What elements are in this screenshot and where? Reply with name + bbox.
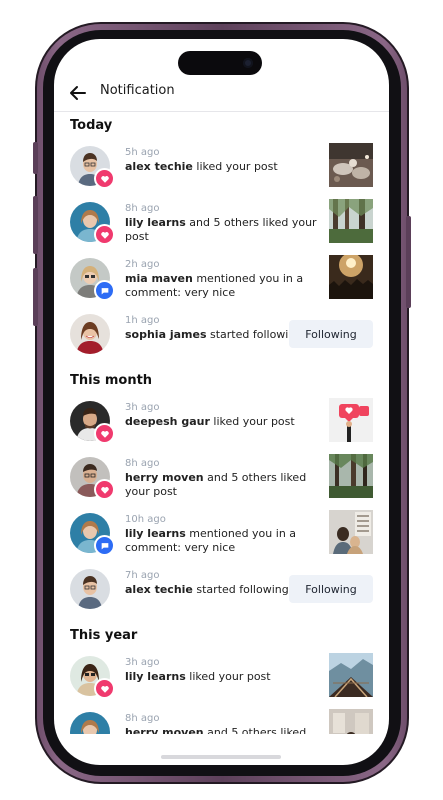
notification-item[interactable]: 7h ago alex techie started following you…: [54, 563, 389, 615]
post-thumbnail[interactable]: [329, 653, 373, 697]
notification-item[interactable]: 3h ago deepesh gaur liked your post: [54, 395, 389, 447]
timestamp: 8h ago: [125, 203, 160, 214]
username-link[interactable]: sophia james: [125, 328, 207, 341]
username-link[interactable]: alex techie: [125, 583, 193, 596]
username-link[interactable]: mia maven: [125, 272, 193, 285]
username-link[interactable]: herry moven: [125, 726, 204, 734]
username-link[interactable]: lily learns: [125, 527, 186, 540]
comment-badge-icon: [94, 280, 115, 301]
avatar[interactable]: [70, 712, 110, 734]
heart-badge-icon: [94, 168, 115, 189]
arrow-left-icon[interactable]: [66, 81, 90, 105]
post-thumbnail[interactable]: [329, 709, 373, 734]
heart-badge-icon: [94, 479, 115, 500]
post-thumbnail[interactable]: [329, 143, 373, 187]
notification-text: 10h ago lily learns mentioned you in a c…: [125, 513, 330, 555]
notification-message: liked your post: [192, 160, 278, 173]
action-button: [33, 142, 38, 174]
app-header: Notification: [54, 75, 389, 112]
camera-icon: [243, 58, 253, 68]
timestamp: 8h ago: [125, 458, 160, 469]
notification-text: 3h ago deepesh gaur liked your post: [125, 401, 330, 429]
section-title-this-month: This month: [70, 373, 153, 388]
timestamp: 5h ago: [125, 147, 160, 158]
heart-badge-icon: [94, 423, 115, 444]
notification-item[interactable]: 2h ago mia maven mentioned you in a comm…: [54, 252, 389, 304]
username-link[interactable]: deepesh gaur: [125, 415, 210, 428]
username-link[interactable]: herry moven: [125, 471, 204, 484]
timestamp: 2h ago: [125, 259, 160, 270]
post-thumbnail[interactable]: [329, 398, 373, 442]
post-thumbnail[interactable]: [329, 510, 373, 554]
heart-badge-icon: [94, 224, 115, 245]
notification-item[interactable]: 1h ago sophia james started following yo…: [54, 308, 389, 360]
page-title: Notification: [100, 83, 175, 98]
post-thumbnail[interactable]: [329, 199, 373, 243]
timestamp: 10h ago: [125, 514, 166, 525]
comment-badge-icon: [94, 535, 115, 556]
notification-item[interactable]: 8h ago herry moven and 5 others liked yo…: [54, 451, 389, 503]
screen: Notification Today 5h ago alex techie li…: [54, 39, 389, 765]
section-title-today: Today: [70, 118, 113, 133]
username-link[interactable]: alex techie: [125, 160, 193, 173]
notification-text: 8h ago lily learns and 5 others liked yo…: [125, 202, 330, 244]
timestamp: 3h ago: [125, 657, 160, 668]
notification-text: 2h ago mia maven mentioned you in a comm…: [125, 258, 330, 300]
post-thumbnail[interactable]: [329, 454, 373, 498]
avatar[interactable]: [70, 314, 110, 354]
following-button[interactable]: Following: [289, 575, 373, 603]
notification-item[interactable]: 3h ago lily learns liked your post: [54, 650, 389, 702]
notification-item[interactable]: 5h ago alex techie liked your post: [54, 140, 389, 192]
volume-down-button: [33, 268, 38, 326]
power-button: [406, 216, 411, 308]
volume-up-button: [33, 196, 38, 254]
username-link[interactable]: lily learns: [125, 670, 186, 683]
section-title-this-year: This year: [70, 628, 138, 643]
username-link[interactable]: lily learns: [125, 216, 186, 229]
notification-item[interactable]: 8h ago lily learns and 5 others liked yo…: [54, 196, 389, 248]
notification-message: liked your post: [209, 415, 295, 428]
notification-text: 5h ago alex techie liked your post: [125, 146, 330, 174]
notification-message: liked your post: [185, 670, 271, 683]
notification-text: 3h ago lily learns liked your post: [125, 656, 330, 684]
post-thumbnail[interactable]: [329, 255, 373, 299]
notification-list[interactable]: Today 5h ago alex techie liked your post…: [54, 112, 389, 734]
notification-text: 8h ago herry moven and 5 others liked yo…: [125, 712, 330, 734]
following-button[interactable]: Following: [289, 320, 373, 348]
timestamp: 8h ago: [125, 713, 160, 724]
dynamic-island: [178, 51, 262, 75]
timestamp: 3h ago: [125, 402, 160, 413]
home-indicator: [161, 755, 281, 759]
notification-item[interactable]: 8h ago herry moven and 5 others liked yo…: [54, 706, 389, 734]
heart-badge-icon: [94, 678, 115, 699]
avatar[interactable]: [70, 569, 110, 609]
notification-item[interactable]: 10h ago lily learns mentioned you in a c…: [54, 507, 389, 559]
notification-text: 8h ago herry moven and 5 others liked yo…: [125, 457, 330, 499]
